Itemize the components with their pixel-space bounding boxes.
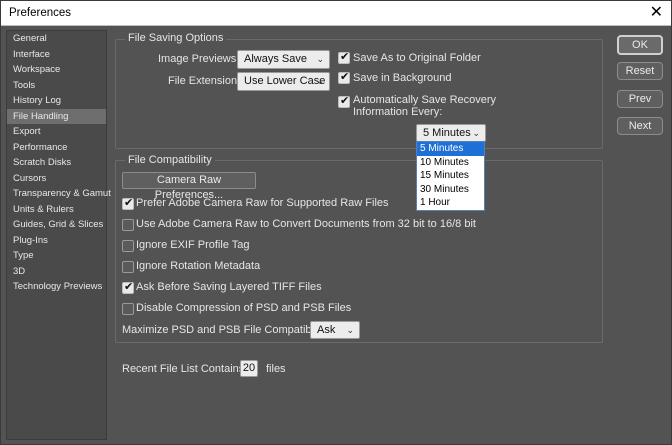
interval-option[interactable]: 30 Minutes [417, 183, 484, 197]
chevron-down-icon: ⌄ [346, 325, 354, 335]
chevron-down-icon: ⌄ [316, 76, 324, 86]
window-title: Preferences [9, 7, 72, 19]
compat-option-checkbox[interactable] [122, 303, 134, 315]
sidebar-item-general[interactable]: General [7, 31, 106, 47]
sidebar-item-performance[interactable]: Performance [7, 140, 106, 156]
check-icon: ✔ [124, 281, 134, 293]
auto-save-checkbox[interactable]: ✔ [338, 95, 350, 108]
sidebar: General Interface Workspace Tools History Lo… [6, 30, 111, 440]
compat-option-label: Disable Compression of PSD and PSB Files [136, 302, 352, 314]
reset-label: Reset [625, 65, 655, 77]
compat-option-label: Ask Before Saving Layered TIFF Files [136, 281, 322, 293]
file-saving-title: File Saving Options [125, 32, 227, 44]
interval-dropdown-list: 5 Minutes 10 Minutes 15 Minutes 30 Minutes 1… [416, 141, 485, 211]
sidebar-item-plug-ins[interactable]: Plug-Ins [7, 233, 106, 249]
sidebar-item-tools[interactable]: Tools [7, 78, 106, 94]
compat-option-label: Ignore Rotation Metadata [136, 260, 261, 272]
sidebar-item-export[interactable]: Export [7, 124, 106, 140]
close-icon[interactable]: ✕ [650, 4, 663, 22]
sidebar-item-history-log[interactable]: History Log [7, 93, 106, 109]
ok-button[interactable]: OK [617, 35, 663, 55]
compat-option-checkbox[interactable]: ✔ [122, 197, 134, 210]
compat-option-checkbox[interactable] [122, 219, 134, 231]
file-extension-label: File Extension: [168, 75, 241, 87]
interval-select[interactable]: 5 Minutes ⌄ [416, 124, 486, 142]
maximize-select[interactable]: Ask ⌄ [310, 321, 360, 339]
interval-option[interactable]: 5 Minutes [417, 142, 484, 156]
prev-label: Prev [628, 93, 652, 105]
next-label: Next [628, 120, 652, 132]
file-extension-select[interactable]: Use Lower Case ⌄ [237, 72, 330, 91]
ok-label: OK [632, 39, 648, 51]
preferences-window: Preferences ✕ General Interface Workspace T… [0, 0, 672, 445]
sidebar-item-interface[interactable]: Interface [7, 47, 106, 63]
compat-option-checkbox[interactable]: ✔ [122, 281, 134, 294]
check-icon: ✔ [340, 51, 350, 63]
reset-button[interactable]: Reset [617, 62, 663, 80]
auto-save-label-line2: Information Every: [353, 106, 443, 118]
sidebar-item-file-handling[interactable]: File Handling [7, 108, 106, 124]
sidebar-item-cursors[interactable]: Cursors [7, 171, 106, 187]
save-in-background-label: Save in Background [353, 72, 452, 84]
file-compat-title: File Compatibility [125, 154, 215, 166]
maximize-label: Maximize PSD and PSB File Compatibility: [122, 324, 331, 336]
compat-option-checkbox[interactable] [122, 261, 134, 273]
save-as-original-label: Save As to Original Folder [353, 52, 481, 64]
interval-option[interactable]: 15 Minutes [417, 169, 484, 183]
title-bar: Preferences ✕ [1, 1, 671, 26]
check-icon: ✔ [124, 197, 134, 209]
interval-option[interactable]: 10 Minutes [417, 156, 484, 170]
sidebar-item-units-rulers[interactable]: Units & Rulers [7, 202, 106, 218]
recent-files-input[interactable]: 20 [240, 360, 258, 377]
camera-raw-preferences-button[interactable]: Camera Raw Preferences... [122, 172, 256, 201]
interval-value: 5 Minutes [423, 127, 471, 139]
next-button[interactable]: Next [617, 117, 663, 135]
chevron-down-icon: ⌄ [472, 128, 480, 138]
compat-option-label: Ignore EXIF Profile Tag [136, 239, 250, 251]
interval-option[interactable]: 1 Hour [417, 196, 484, 210]
sidebar-item-transparency-gamut[interactable]: Transparency & Gamut [7, 186, 111, 202]
compat-option-label: Prefer Adobe Camera Raw for Supported Ra… [136, 197, 389, 209]
check-icon: ✔ [340, 71, 350, 83]
prev-button[interactable]: Prev [617, 90, 663, 108]
sidebar-item-scratch-disks[interactable]: Scratch Disks [7, 155, 106, 171]
check-icon: ✔ [340, 95, 350, 107]
recent-files-suffix: files [266, 363, 286, 375]
maximize-value: Ask [317, 324, 336, 336]
chevron-down-icon: ⌄ [316, 54, 324, 64]
image-previews-value: Always Save [244, 53, 307, 65]
compat-option-checkbox[interactable] [122, 240, 134, 252]
auto-save-label-line1: Automatically Save Recovery [353, 94, 497, 106]
sidebar-item-guides-grid-slices[interactable]: Guides, Grid & Slices [7, 217, 106, 233]
sidebar-item-type[interactable]: Type [7, 248, 106, 264]
image-previews-select[interactable]: Always Save ⌄ [237, 50, 330, 69]
image-previews-label: Image Previews: [158, 53, 240, 65]
sidebar-item-technology-previews[interactable]: Technology Previews [7, 279, 106, 295]
compat-option-label: Use Adobe Camera Raw to Convert Document… [136, 218, 476, 230]
sidebar-item-workspace[interactable]: Workspace [7, 62, 106, 78]
sidebar-item-3d[interactable]: 3D [7, 264, 106, 280]
file-extension-value: Use Lower Case [244, 75, 326, 87]
save-as-original-checkbox[interactable]: ✔ [338, 51, 350, 64]
save-in-background-checkbox[interactable]: ✔ [338, 71, 350, 84]
recent-files-label: Recent File List Contains: [122, 363, 248, 375]
